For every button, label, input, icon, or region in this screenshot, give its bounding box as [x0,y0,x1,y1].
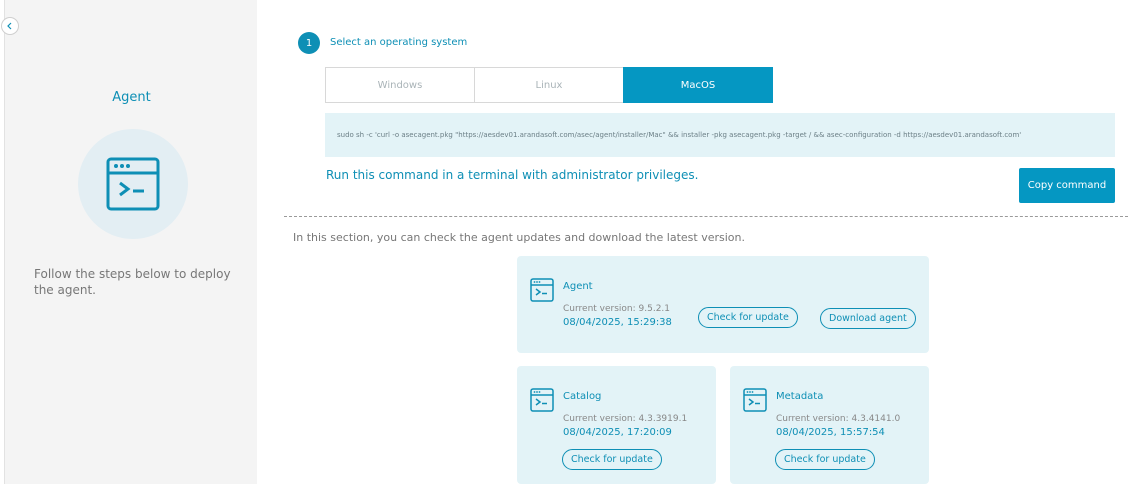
sidebar-description: Follow the steps below to deploy the age… [34,267,231,297]
catalog-card-title: Catalog [563,391,602,402]
install-command-text: sudo sh -c 'curl -o asecagent.pkg "https… [337,131,1022,139]
sidebar-panel: Agent Follow the steps below to deploy t… [1,0,257,484]
terminal-window-icon [530,278,554,302]
os-selector: Windows Linux MacOS [325,67,773,103]
collapse-sidebar-button[interactable] [1,17,19,35]
tab-linux[interactable]: Linux [474,67,624,103]
install-command-box[interactable]: sudo sh -c 'curl -o asecagent.pkg "https… [325,113,1115,157]
agent-illustration [78,129,188,239]
step-number-badge: 1 [298,32,320,54]
chevron-left-icon [7,22,12,30]
agent-update-card: Agent Current version: 9.5.2.1 08/04/202… [517,256,929,353]
section-divider [284,216,1128,217]
main-content: 1 Select an operating system Windows Lin… [257,0,1128,484]
catalog-check-update-button[interactable]: Check for update [562,449,662,470]
download-agent-button[interactable]: Download agent [820,308,916,329]
terminal-window-icon [106,157,160,211]
agent-card-title: Agent [563,281,593,292]
updates-intro-text: In this section, you can check the agent… [293,231,745,244]
catalog-update-card: Catalog Current version: 4.3.3919.1 08/0… [517,366,716,484]
step-label: Select an operating system [330,37,468,48]
metadata-version-date: 08/04/2025, 15:57:54 [776,427,885,438]
catalog-version-date: 08/04/2025, 17:20:09 [563,427,672,438]
copy-command-button[interactable]: Copy command [1019,168,1115,203]
tab-macos[interactable]: MacOS [623,67,773,103]
metadata-card-title: Metadata [776,391,824,402]
metadata-current-version: Current version: 4.3.4141.0 [776,414,901,424]
run-instructions: Run this command in a terminal with admi… [326,168,699,182]
tab-windows[interactable]: Windows [325,67,475,103]
metadata-update-card: Metadata Current version: 4.3.4141.0 08/… [730,366,929,484]
metadata-check-update-button[interactable]: Check for update [775,449,875,470]
catalog-current-version: Current version: 4.3.3919.1 [563,414,688,424]
terminal-window-icon [530,388,554,412]
terminal-window-icon [743,388,767,412]
agent-version-date: 08/04/2025, 15:29:38 [563,317,672,328]
sidebar-title: Agent [112,90,151,105]
agent-check-update-button[interactable]: Check for update [698,307,798,328]
agent-current-version: Current version: 9.5.2.1 [563,304,671,314]
